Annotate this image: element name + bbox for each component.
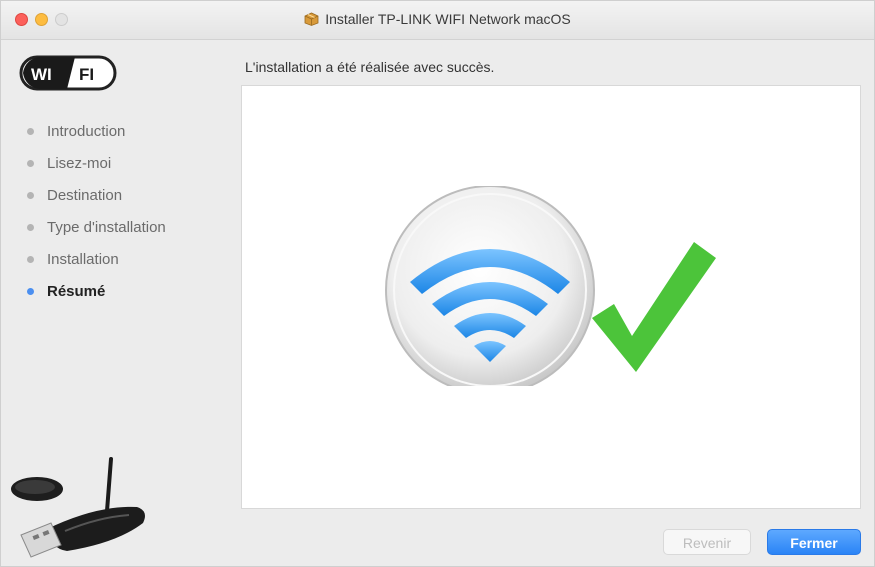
window-title-container: Installer TP-LINK WIFI Network macOS	[1, 11, 874, 29]
page-heading: L'installation a été réalisée avec succè…	[245, 59, 495, 75]
step-label: Résumé	[47, 282, 106, 300]
step-bullet-icon	[27, 223, 34, 231]
content-panel	[241, 85, 861, 509]
close-button[interactable]: Fermer	[767, 529, 861, 555]
window-title: Installer TP-LINK WIFI Network macOS	[325, 11, 571, 27]
usb-adapter-icon	[7, 451, 157, 566]
step-bullet-icon	[27, 159, 34, 167]
step-type-installation: Type d'installation	[27, 211, 166, 243]
wifi-logo-text-left: WI	[31, 65, 52, 84]
step-bullet-icon	[27, 191, 34, 199]
step-label: Lisez-moi	[47, 154, 112, 172]
package-icon	[304, 12, 319, 29]
success-illustration	[382, 185, 722, 395]
step-installation: Installation	[27, 243, 166, 275]
step-introduction: Introduction	[27, 115, 166, 147]
back-button[interactable]: Revenir	[663, 529, 751, 555]
wifi-logo: WI FI	[19, 51, 119, 100]
wifi-logo-text-right: FI	[79, 65, 94, 84]
step-bullet-icon	[27, 127, 34, 135]
step-label: Type d'installation	[47, 218, 166, 236]
step-label: Installation	[47, 250, 119, 268]
step-label: Destination	[47, 186, 123, 204]
step-resume: Résumé	[27, 275, 166, 307]
step-bullet-icon	[27, 287, 34, 295]
installer-window: Installer TP-LINK WIFI Network macOS WI …	[0, 0, 875, 567]
step-destination: Destination	[27, 179, 166, 211]
installer-steps: Introduction Lisez-moi Destination Type …	[27, 115, 166, 307]
sidebar: WI FI Introduction Lisez-moi Destination…	[1, 39, 231, 567]
step-bullet-icon	[27, 255, 34, 263]
step-lisez-moi: Lisez-moi	[27, 147, 166, 179]
title-bar[interactable]: Installer TP-LINK WIFI Network macOS	[1, 1, 874, 40]
checkmark-icon	[592, 242, 716, 372]
wifi-icon	[385, 185, 595, 395]
step-label: Introduction	[47, 122, 126, 140]
